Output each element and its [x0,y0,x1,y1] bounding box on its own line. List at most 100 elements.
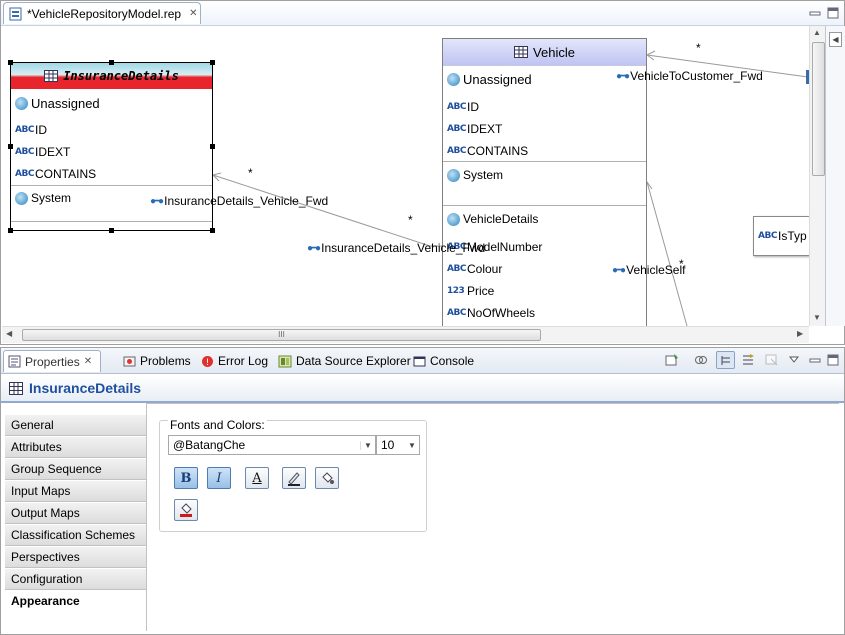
scroll-right-arrow-icon[interactable]: ▶ [797,329,803,338]
tab-error-log[interactable]: ! Error Log [197,350,272,372]
attribute-row[interactable]: ABC IDEXT [15,145,70,159]
tab-label: Error Log [218,354,269,368]
category-attributes[interactable]: Attributes [5,437,146,458]
model-file-icon [9,7,22,20]
attribute-row[interactable]: ABC NoOfWheels [447,306,535,320]
selection-handle[interactable] [8,228,13,233]
selection-handle[interactable] [210,60,215,65]
relation-insurance-vehicle[interactable]: ●━● InsuranceDetails_Vehicle_Fwd [307,241,485,255]
editor-tab-title: *VehicleRepositoryModel.rep [27,6,182,21]
unassigned-group[interactable]: Unassigned [447,72,532,87]
category-appearance[interactable]: Appearance [5,591,146,612]
attribute-name: NoOfWheels [467,306,536,320]
close-tab-icon[interactable]: ✕ [84,356,92,367]
horizontal-scroll-thumb[interactable]: III [22,329,541,341]
fill-color-button[interactable] [315,467,339,489]
tab-properties[interactable]: Properties ✕ [3,350,101,372]
selection-handle[interactable] [210,228,215,233]
selection-handle[interactable] [109,228,114,233]
table-icon [44,70,59,82]
selection-handle[interactable] [8,60,13,65]
pin-view-icon[interactable] [665,353,679,367]
category-group-sequence[interactable]: Group Sequence [5,459,146,480]
attribute-row[interactable]: ABC ID [447,100,479,114]
system-label: System [463,168,504,182]
bold-button[interactable]: B [174,467,198,489]
attribute-row[interactable]: ABC CONTAINS [15,167,96,181]
show-categories-icon[interactable] [716,351,735,369]
selection-handle[interactable] [210,144,215,149]
category-general[interactable]: General [5,415,146,436]
vertical-scrollbar[interactable]: ▲ ▼ [809,26,826,326]
minimize-view-icon[interactable] [809,354,821,366]
expand-palette-icon[interactable]: ◀ [829,32,842,47]
restore-default-icon[interactable] [765,353,779,367]
line-color-button[interactable] [282,467,306,489]
relation-insurance-vehicle[interactable]: ●━● InsuranceDetails_Vehicle_Fwd [150,194,328,208]
vehicle-title: Vehicle [533,44,575,60]
selection-handle[interactable] [109,60,114,65]
vertical-scroll-thumb[interactable] [812,42,825,176]
system-group[interactable]: System [15,191,71,205]
relation-vehicle-self[interactable]: ●━● VehicleSelf [612,263,685,277]
scroll-left-arrow-icon[interactable]: ◀ [6,329,12,338]
diagram-canvas[interactable]: InsuranceDetails Unassigned ABC ID ABC IDE… [2,26,809,326]
horizontal-scrollbar[interactable]: ◀ III ▶ [2,326,809,343]
text-attribute-icon: ABC [447,102,466,112]
tab-label: Properties [25,354,80,369]
paint-bucket-icon [180,503,192,517]
category-output-maps[interactable]: Output Maps [5,503,146,524]
unassigned-group[interactable]: Unassigned [15,96,100,111]
category-perspectives[interactable]: Perspectives [5,547,146,568]
scroll-up-arrow-icon[interactable]: ▲ [813,28,821,37]
show-advanced-icon[interactable] [741,353,755,367]
problems-icon [123,356,136,366]
divider [443,205,646,206]
attribute-row[interactable]: ABC ID [15,123,47,137]
chevron-down-icon[interactable]: ▼ [405,441,419,450]
category-label: General [11,418,54,432]
system-group[interactable]: System [447,168,503,182]
chevron-down-icon[interactable]: ▼ [360,440,375,450]
properties-icon [8,355,21,368]
tab-data-source-explorer[interactable]: Data Source Explorer [274,350,415,372]
category-input-maps[interactable]: Input Maps [5,481,146,502]
tab-label: Console [430,354,475,368]
font-name-select[interactable]: @BatangChe ▼ [168,435,376,455]
background-color-button[interactable] [174,499,198,521]
maximize-view-icon[interactable] [827,354,839,366]
scroll-down-arrow-icon[interactable]: ▼ [813,313,821,322]
relation-label: VehicleToCustomer_Fwd [630,69,763,83]
editor-tab[interactable]: *VehicleRepositoryModel.rep ✕ [3,2,201,24]
vehicle-details-group[interactable]: VehicleDetails [447,212,538,226]
minimize-editor-icon[interactable] [809,7,821,19]
attribute-name: Colour [467,262,503,276]
multiplicity-label: * [679,257,684,271]
table-icon [514,46,529,58]
category-classification-schemes[interactable]: Classification Schemes [5,525,146,546]
maximize-editor-icon[interactable] [827,7,839,19]
attribute-row[interactable]: 123 Price [447,284,494,298]
close-tab-icon[interactable]: ✕ [189,8,197,19]
font-size-select[interactable]: 10 ▼ [376,435,420,455]
selection-handle[interactable] [8,144,13,149]
properties-tab-bar: Properties ✕ Problems ! Error Log Data S… [1,348,844,374]
font-size-value: 10 [381,438,395,452]
attribute-row[interactable]: ABC IDEXT [447,122,502,136]
category-configuration[interactable]: Configuration [5,569,146,590]
italic-icon: I [216,470,222,486]
link-selection-icon[interactable] [694,353,708,367]
italic-button[interactable]: I [207,467,231,489]
attribute-row[interactable]: ABC Colour [447,262,502,276]
view-menu-icon[interactable] [788,353,800,365]
is-type-entity[interactable]: ABC IsTyp [753,216,809,256]
vehicle-details-label: VehicleDetails [463,212,539,226]
attribute-row[interactable]: ABC CONTAINS [447,144,528,158]
divider [11,185,212,186]
tab-console[interactable]: Console [409,350,478,372]
insurance-details-title: InsuranceDetails [63,69,179,83]
relation-vehicle-to-customer[interactable]: ●━● VehicleToCustomer_Fwd [616,69,763,83]
numeric-attribute-icon: 123 [447,286,465,296]
font-color-button[interactable]: A [245,467,269,489]
tab-problems[interactable]: Problems [119,350,195,372]
